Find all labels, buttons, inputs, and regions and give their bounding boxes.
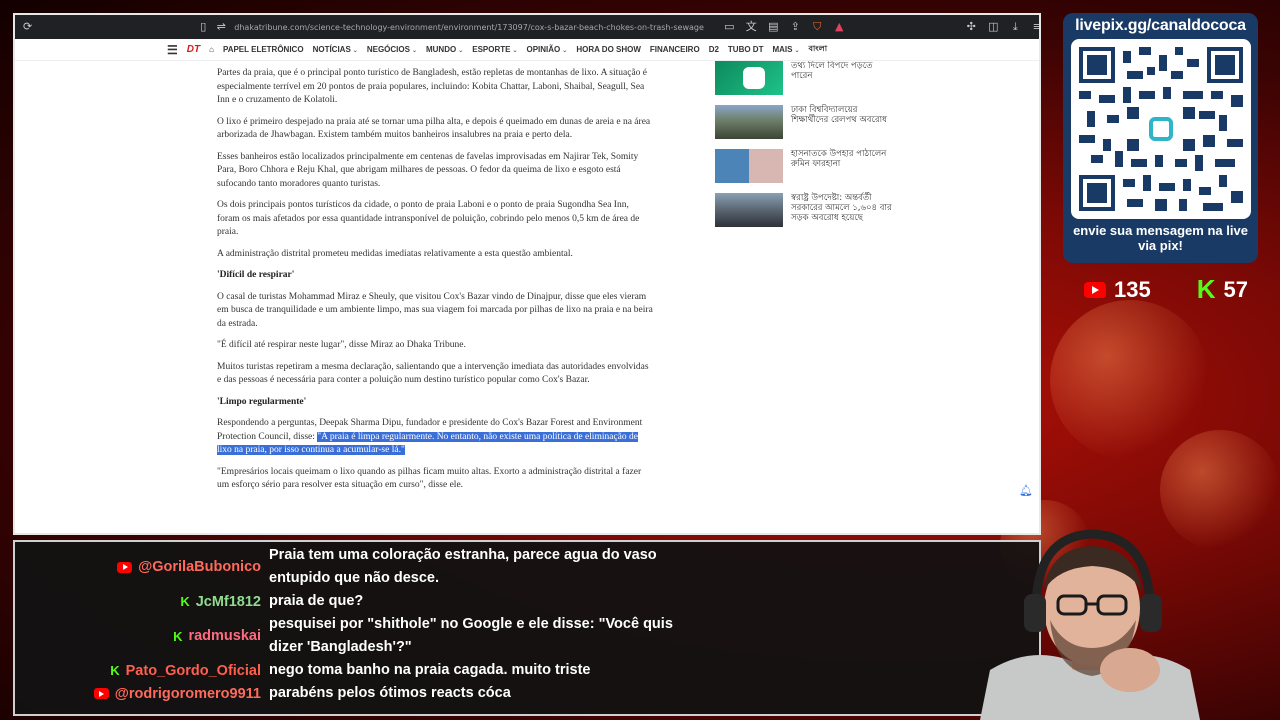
nav-item-d2[interactable]: D2 — [709, 45, 719, 54]
sidebar-icon[interactable]: ◫ — [986, 20, 1000, 34]
hamburger-icon[interactable]: ☰ — [167, 43, 178, 57]
related-news-item[interactable]: তথ্য দিলে বিপদে পড়তে পারেন — [715, 61, 895, 99]
nav-item-bangla[interactable]: বাংলা — [809, 43, 828, 56]
kick-icon: K — [110, 663, 120, 678]
chat-message: Kradmuskai pesquisei por "shithole" no G… — [15, 613, 681, 659]
article-subheading: 'Limpo regularmente' — [217, 396, 307, 407]
chat-text: pesquisei por "shithole" no Google e ele… — [269, 616, 673, 655]
pix-footer: envie sua mensagem na live via pix! — [1073, 223, 1248, 253]
article-paragraph: Respondendo a perguntas, Deepak Sharma D… — [217, 418, 643, 455]
address-bar[interactable]: ⇌ dhakatribune.com/science-technology-en… — [214, 18, 714, 36]
chat-username: @GorilaBubonico — [138, 559, 261, 575]
article-paragraph: Muitos turistas repetiram a mesma declar… — [217, 361, 649, 386]
nav-item-financial[interactable]: FINANCEIRO — [650, 45, 700, 54]
article-paragraph: "É difícil até respirar neste lugar", di… — [217, 340, 466, 350]
qr-code — [1070, 39, 1251, 219]
article-paragraph: A administração distrital prometeu medid… — [217, 248, 573, 259]
bg-bubble — [1050, 300, 1210, 460]
nav-item-opinion[interactable]: OPINIÃO ⌄ — [527, 45, 568, 54]
kick-icon: K — [180, 594, 190, 609]
chat-overlay: @GorilaBubonico Praia tem uma coloração … — [13, 540, 1041, 716]
webcam-feed — [980, 520, 1200, 720]
chat-username: Pato_Gordo_Oficial — [125, 662, 261, 679]
chat-username: radmuskai — [188, 628, 261, 644]
brave-shield-icon[interactable]: ⛉ — [810, 20, 824, 34]
youtube-icon — [117, 561, 133, 573]
chat-username: @rodrigoromero9911 — [114, 685, 261, 702]
kick-icon: K — [1196, 274, 1216, 304]
news-thumbnail — [715, 193, 783, 227]
related-news-item[interactable]: হাসনাতকে উপহার পাঠালেন রুমিন ফারহানা — [715, 149, 895, 187]
chat-message: @rodrigoromero9911 parabéns pelos ótimos… — [15, 682, 681, 705]
cast-icon[interactable]: ▭ — [722, 20, 736, 34]
youtube-viewer-count: 135 — [1114, 276, 1151, 302]
article-paragraph: O casal de turistas Mohammad Miraz e She… — [217, 291, 653, 329]
pix-title: livepix.gg/canaldococa — [1075, 17, 1246, 34]
nav-item-more[interactable]: MAIS ⌄ — [772, 45, 799, 54]
youtube-icon — [93, 688, 109, 699]
article-paragraph: Esses banheiros estão localizados princi… — [217, 151, 639, 189]
nav-item-showtime[interactable]: HORA DO SHOW — [576, 45, 641, 54]
site-navigation: ☰ DT ⌂ PAPEL ELETRÔNICO NOTÍCIAS ⌄ NEGÓCI… — [15, 39, 1039, 61]
pix-donation-panel: livepix.gg/canaldococa envie sua mensage… — [1063, 13, 1258, 263]
article-paragraph: Os dois principais pontos turísticos da … — [217, 200, 640, 237]
menu-icon[interactable]: ≡ — [1030, 20, 1039, 34]
page-content: Partes da praia, que é o principal ponto… — [15, 61, 1039, 533]
extensions-icon[interactable]: ✣ — [964, 20, 978, 34]
viewer-stats: 135 K 57 — [1084, 274, 1248, 305]
nav-item-world[interactable]: MUNDO ⌄ — [426, 45, 463, 54]
kick-icon: K — [173, 628, 183, 644]
article-body: Partes da praia, que é o principal ponto… — [217, 67, 653, 501]
kick-viewer-count: 57 — [1223, 276, 1248, 302]
chat-message: @GorilaBubonico Praia tem uma coloração … — [15, 544, 681, 590]
chat-text: nego toma banho na praia cagada. muito t… — [269, 662, 591, 678]
article-subheading: 'Difícil de respirar' — [217, 270, 295, 280]
browser-toolbar: ⟳ ▯ ⇌ dhakatribune.com/science-technolog… — [15, 15, 1039, 39]
bookmark-icon[interactable]: ▯ — [200, 20, 206, 34]
download-icon[interactable]: ⤓ — [1008, 20, 1022, 34]
site-logo[interactable]: DT — [187, 44, 200, 55]
related-news-item[interactable]: ঢাকা বিশ্ববিদ্যালয়ের শিক্ষার্থীদের রেলপ… — [715, 105, 895, 143]
refresh-icon[interactable]: ⟳ — [23, 20, 32, 34]
brave-rewards-icon[interactable]: ▲ — [832, 20, 846, 34]
nav-item-sport[interactable]: ESPORTE ⌄ — [472, 45, 517, 54]
chat-text: parabéns pelos ótimos reacts cóca — [269, 685, 511, 701]
chat-text: praia de que? — [269, 593, 364, 609]
chat-username: JcMf1812 — [195, 593, 261, 610]
article-paragraph: O lixo é primeiro despejado na praia até… — [217, 116, 651, 141]
chat-text: Praia tem uma coloração estranha, parece… — [269, 547, 657, 586]
article-paragraph: Partes da praia, que é o principal ponto… — [217, 68, 648, 105]
home-icon[interactable]: ⌂ — [209, 45, 214, 54]
translate-icon[interactable]: 文 — [744, 20, 758, 34]
share-icon[interactable]: ⇪ — [788, 20, 802, 34]
nav-item-news[interactable]: NOTÍCIAS ⌄ — [313, 45, 358, 54]
reader-icon[interactable]: ▤ — [766, 20, 780, 34]
chat-message: K JcMf1812 praia de que? — [15, 590, 681, 613]
youtube-icon — [1084, 281, 1106, 298]
nav-item-business[interactable]: NEGÓCIOS ⌄ — [367, 45, 417, 54]
chat-message: K Pato_Gordo_Oficial nego toma banho na p… — [15, 659, 681, 682]
nav-item-dt-tube[interactable]: TUBO DT — [728, 45, 764, 54]
browser-window: ⟳ ▯ ⇌ dhakatribune.com/science-technolog… — [13, 13, 1041, 535]
url-text: dhakatribune.com/science-technology-envi… — [234, 22, 704, 32]
site-info-icon[interactable]: ⇌ — [214, 20, 228, 34]
related-news-sidebar: তথ্য দিলে বিপদে পড়তে পারেন ঢাকা বিশ্ববি… — [715, 61, 895, 237]
news-thumbnail — [715, 149, 783, 183]
related-news-item[interactable]: স্বরাষ্ট্র উপদেষ্টা: অন্তর্বর্তী সরকারের… — [715, 193, 895, 231]
nav-item-e-paper[interactable]: PAPEL ELETRÔNICO — [223, 45, 304, 54]
news-thumbnail — [715, 61, 783, 95]
news-thumbnail — [715, 105, 783, 139]
article-paragraph: "Empresários locais queimam o lixo quand… — [217, 466, 642, 491]
bell-icon[interactable]: 🔔︎ — [1019, 484, 1033, 497]
